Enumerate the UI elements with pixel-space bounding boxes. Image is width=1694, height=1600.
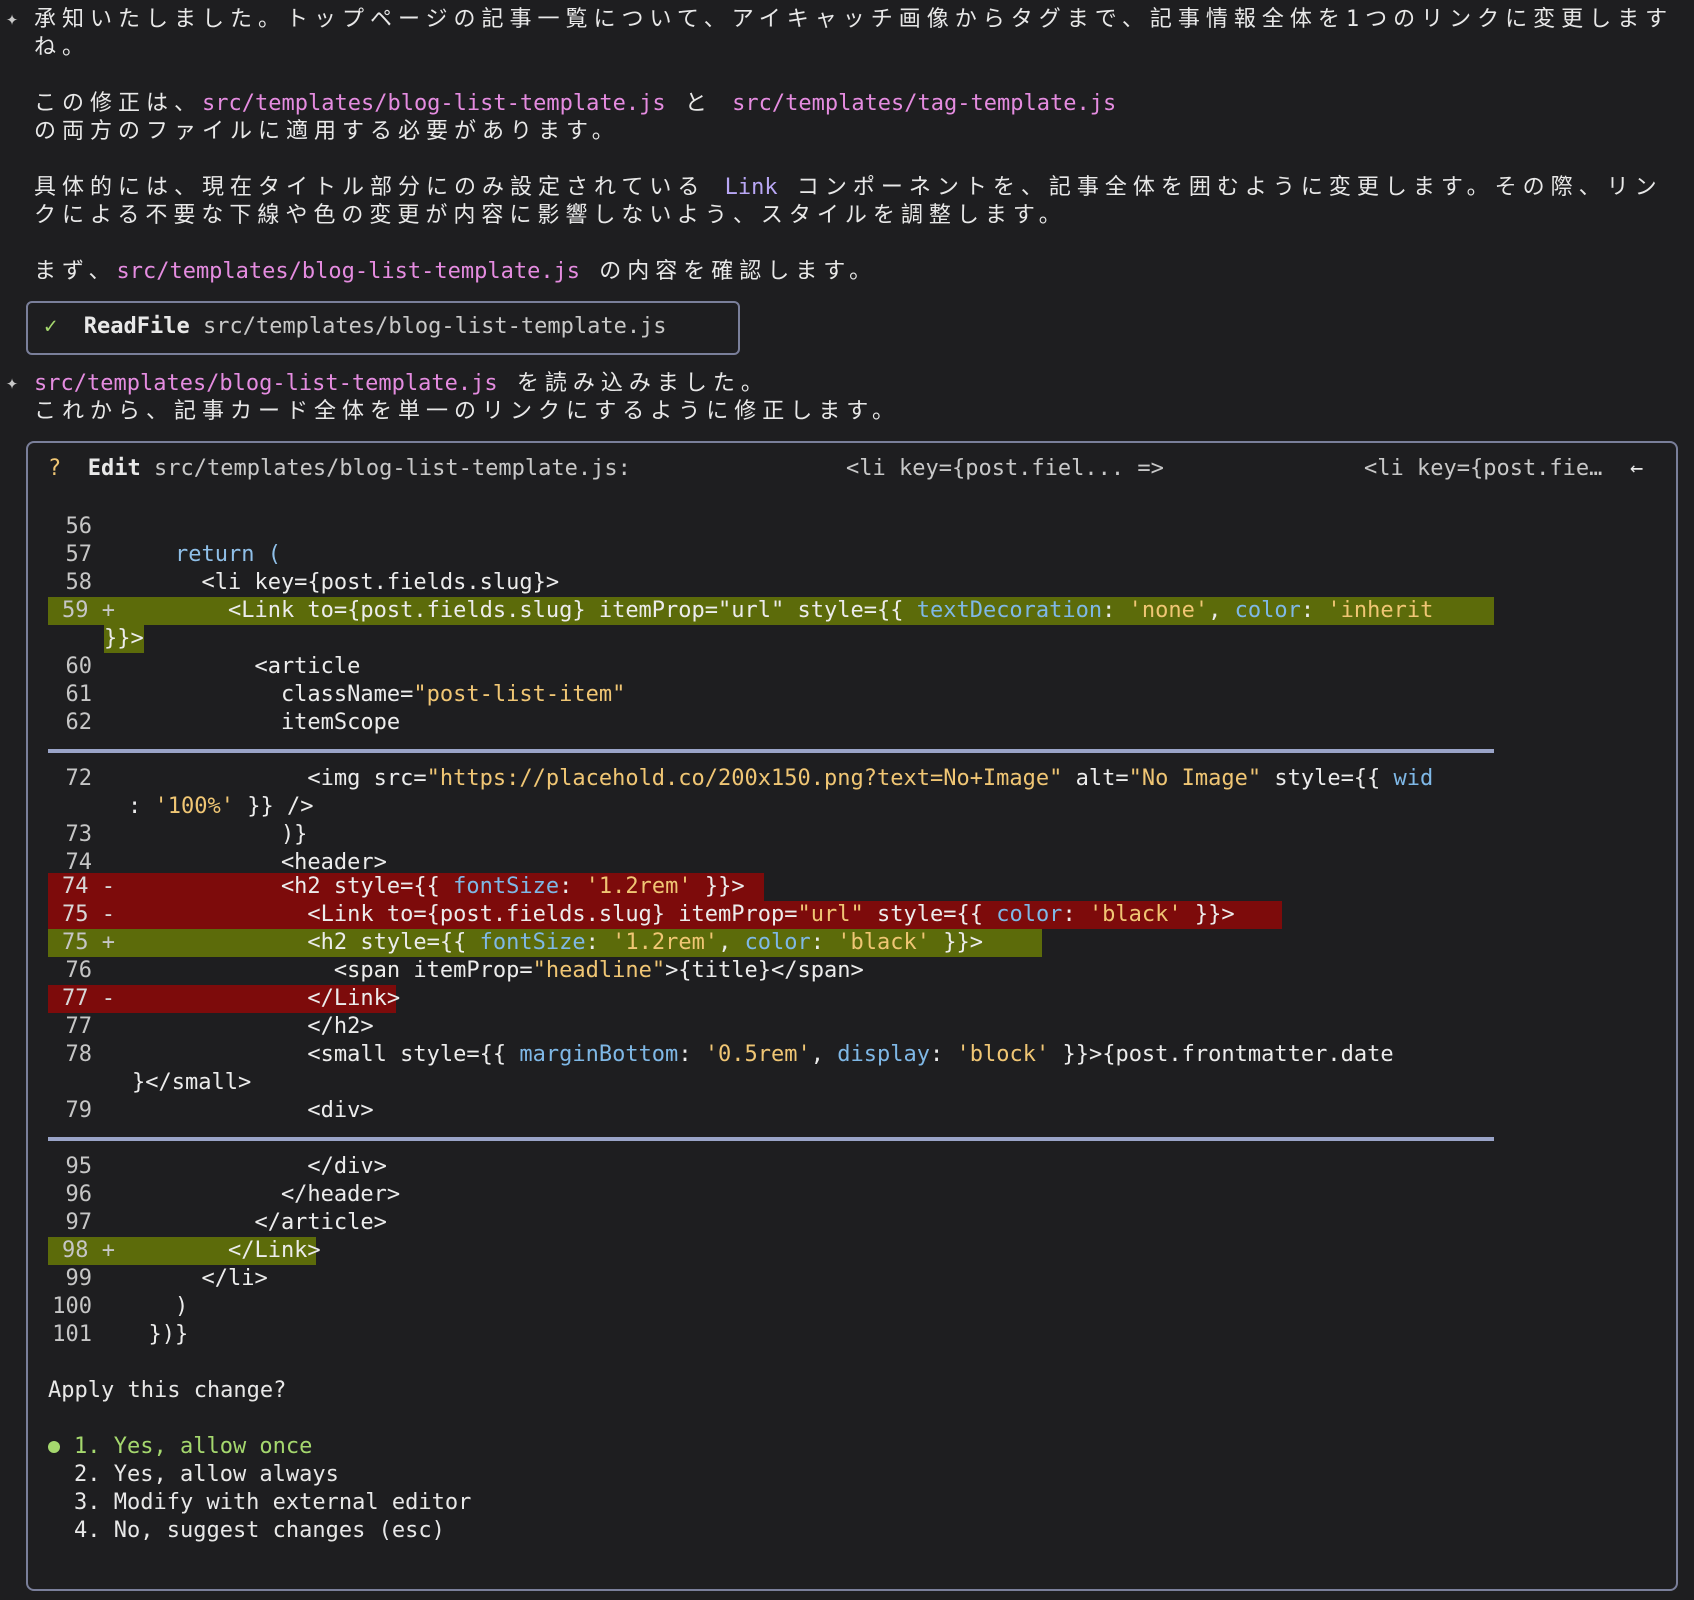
option-allow-once[interactable]: 1. Yes, allow once [48, 1433, 312, 1461]
readfile-tool-box: ✓ ReadFile src/templates/blog-list-templ… [26, 301, 740, 355]
file-path: src/templates/tag-template.js [732, 91, 1117, 116]
line-number: 95 [65, 1154, 93, 1179]
code-line-added: </Link> [122, 1238, 321, 1263]
message-intro-line2: ね。 [34, 35, 91, 60]
keyword-link: Link [724, 175, 778, 200]
code-line-wrap: }</small> [132, 1070, 252, 1095]
code-line: className="post-list-item" [122, 682, 626, 707]
code-line: <span itemProp="headline">{title}</span> [122, 958, 864, 983]
tool-arg: src/templates/blog-list-template.js [202, 314, 667, 339]
question-icon: ? [48, 456, 62, 481]
line-number: 58 [65, 570, 93, 595]
tool-name: ReadFile [83, 314, 190, 339]
edit-to-snippet: <li key={post.fie… [1364, 456, 1603, 481]
hunk-separator [48, 749, 1494, 753]
line-number: 73 [65, 822, 93, 847]
line-number-added: 98 + [62, 1238, 115, 1263]
apply-question: Apply this change? [48, 1378, 287, 1403]
terminal-window: ✦ 承知いたしました。トップページの記事一覧について、アイキャッチ画像からタグま… [0, 0, 1694, 1600]
line-number: 100 [52, 1294, 92, 1319]
code-line: itemScope [122, 710, 401, 735]
line-number: 77 [65, 1014, 93, 1039]
line-number: 60 [65, 654, 93, 679]
line-number: 101 [52, 1322, 92, 1347]
line-number: 96 [65, 1182, 93, 1207]
message-apply-line: この修正は、src/templates/blog-list-template.j… [34, 91, 1117, 116]
line-number-added: 75 + [62, 930, 115, 955]
line-number-added: 59 + [62, 598, 115, 623]
edit-label: Edit [87, 456, 141, 481]
line-number-removed: 75 - [62, 902, 115, 927]
line-number: 56 [65, 514, 93, 539]
code-line: <div> [122, 1098, 374, 1123]
check-icon: ✓ [44, 314, 58, 339]
line-number: 57 [65, 542, 93, 567]
edit-file: src/templates/blog-list-template.js: [153, 456, 631, 481]
code-line-wrap: : '100%' }} /> [128, 794, 314, 819]
code-line-added-wrap: }}> [104, 626, 144, 651]
edit-confirmation-panel: ? Edit src/templates/blog-list-template.… [26, 441, 1678, 1591]
file-path: src/templates/blog-list-template.js [202, 91, 666, 116]
code-line: <img src="https://placehold.co/200x150.p… [122, 766, 1434, 791]
code-line: </li> [122, 1266, 268, 1291]
message2-line1: src/templates/blog-list-template.js を読み込… [34, 371, 769, 396]
file-path: src/templates/blog-list-template.js [116, 259, 581, 284]
code-line: <article [122, 654, 361, 679]
hunk-separator [48, 1137, 1494, 1141]
sparkle-icon: ✦ [6, 6, 19, 30]
code-line: })} [122, 1322, 189, 1347]
line-number: 97 [65, 1210, 93, 1235]
file-path: src/templates/blog-list-template.js [34, 371, 498, 396]
line-number-removed: 74 - [62, 874, 115, 899]
selected-dot-icon [48, 1441, 60, 1453]
message-detail-line2: クによる不要な下線や色の変更が内容に影響しないよう、スタイルを調整します。 [34, 203, 1067, 228]
code-line-added: <Link to={post.fields.slug} itemProp="ur… [122, 598, 1434, 623]
code-line: </header> [122, 1182, 401, 1207]
code-line: ) [122, 1294, 189, 1319]
message-check-line: まず、src/templates/blog-list-template.js の… [34, 259, 878, 284]
line-number: 61 [65, 682, 93, 707]
code-line: </article> [122, 1210, 387, 1235]
code-line-removed: <h2 style={{ fontSize: '1.2rem' }}> [122, 874, 745, 899]
code-line: return ( [122, 542, 281, 567]
code-line-added: <h2 style={{ fontSize: '1.2rem', color: … [122, 930, 983, 955]
line-number-removed: 77 - [62, 986, 115, 1011]
code-line: <li key={post.fields.slug}> [122, 570, 560, 595]
option-suggest-changes[interactable]: 4. No, suggest changes (esc) [74, 1517, 445, 1545]
code-line-removed: <Link to={post.fields.slug} itemProp="ur… [122, 902, 1235, 927]
edit-header: ? Edit src/templates/blog-list-template.… [48, 455, 631, 483]
arrow-left-icon[interactable]: ← [1630, 455, 1643, 483]
code-line: </div> [122, 1154, 387, 1179]
line-number: 79 [65, 1098, 93, 1123]
message-intro-line1: 承知いたしました。トップページの記事一覧について、アイキャッチ画像からタグまで、… [34, 7, 1674, 32]
sparkle-icon: ✦ [6, 370, 19, 394]
option-allow-always[interactable]: 2. Yes, allow always [74, 1461, 339, 1489]
code-line: <small style={{ marginBottom: '0.5rem', … [122, 1042, 1394, 1067]
tool-call-line: ✓ ReadFile src/templates/blog-list-templ… [44, 313, 667, 341]
line-number: 99 [65, 1266, 93, 1291]
line-number: 76 [65, 958, 93, 983]
code-line: </h2> [122, 1014, 374, 1039]
code-line: )} [122, 822, 308, 847]
code-line-removed: </Link> [122, 986, 401, 1011]
line-number: 78 [65, 1042, 93, 1067]
line-number: 62 [65, 710, 93, 735]
message-detail-line1: 具体的には、現在タイトル部分にのみ設定されている Link コンポーネントを、記… [34, 175, 1663, 200]
line-number: 72 [65, 766, 93, 791]
option-external-editor[interactable]: 3. Modify with external editor [74, 1489, 471, 1517]
edit-from-snippet: <li key={post.fiel... => [846, 456, 1164, 481]
message2-line2: これから、記事カード全体を単一のリンクにするように修正します。 [34, 399, 901, 424]
message-apply-post: の両方のファイルに適用する必要があります。 [34, 119, 620, 144]
